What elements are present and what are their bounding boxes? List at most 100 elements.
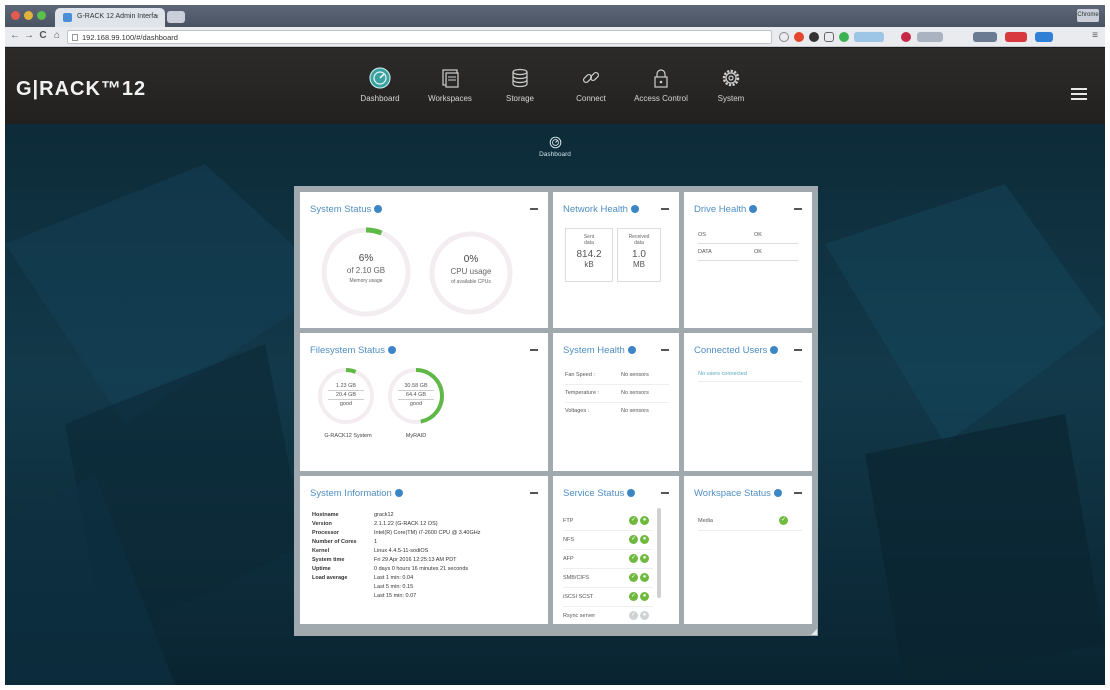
browser-tab-title: G-RACK 12 Admin Interfa [77,13,158,20]
tab-close-icon[interactable]: × [154,12,159,21]
new-tab-button[interactable] [167,11,185,23]
minimize-widget-button[interactable] [794,208,802,210]
opera-icon[interactable] [794,32,804,42]
breadcrumb[interactable]: Dashboard [525,136,585,158]
memory-usage-text: 6% of 2.10 GB Memory usage [318,253,414,284]
info-icon[interactable] [770,346,779,354]
info-icon[interactable] [387,346,396,354]
volume-total: 64.4 GB [398,391,434,400]
gauge-icon [549,136,561,149]
drive-list: OS OK DATA OK [698,230,798,261]
minimize-widget-button[interactable] [530,208,538,210]
address-bar[interactable]: 192.168.99.100/#/dashboard [67,30,772,44]
minimize-widget-button[interactable] [794,349,802,351]
volume-total: 20.4 GB [328,391,364,400]
power-icon[interactable]: ● [640,573,649,582]
nav-dashboard[interactable]: Dashboard [340,67,420,103]
minimize-widget-button[interactable] [661,492,669,494]
power-icon[interactable]: ● [640,535,649,544]
service-row: iSCSI SCST ✓ ● [563,588,653,607]
info-row: Uptime 0 days 0 hours 16 minutes 21 secon… [312,566,469,572]
minimize-widget-button[interactable] [530,492,538,494]
minimize-widget-button[interactable] [530,349,538,351]
app-logo[interactable]: G|RACK™12 [16,78,146,101]
nav-label: Access Control [634,94,688,103]
forward-button[interactable]: → [22,30,36,41]
minimize-widget-button[interactable] [661,208,669,210]
info-icon[interactable] [394,489,403,497]
system-info-table: Hostname grack12 Version 2.1.1.22 (G-RACK … [312,512,480,602]
power-icon[interactable]: ● [640,611,649,620]
resize-handle-icon[interactable] [811,629,817,635]
service-row: AFP ✓ ● [563,550,653,569]
power-icon[interactable]: ● [640,554,649,563]
database-icon [512,68,528,88]
gear-icon [722,69,740,87]
extension-red-icon[interactable] [901,32,911,42]
close-window-icon[interactable] [11,11,20,20]
service-list-scrollbar[interactable] [657,508,661,598]
browser-tab-bar: G-RACK 12 Admin Interfa × Chrome [5,5,1105,27]
info-icon[interactable] [749,205,758,213]
info-row: Number of Cores 1 [312,539,378,545]
memory-label: Memory usage [349,278,383,284]
window-icon[interactable] [824,32,834,42]
memory-percent: 6% [358,253,374,264]
browser-toolbar: ← → C ⌂ 192.168.99.100/#/dashboard ≡ [5,27,1105,47]
dashboard-background: Dashboard System Status 6% of 2.10 GB Me… [5,124,1105,685]
info-icon[interactable] [627,489,636,497]
extension-green-icon[interactable] [839,32,849,42]
extension-slate-icon[interactable] [973,32,997,42]
widget-service-status: Service Status FTP ✓ ● NFS ✓ ● AFP ✓ ● SMB/CIF… [553,476,679,624]
record-icon[interactable] [809,32,819,42]
minimize-window-icon[interactable] [24,11,33,20]
extension-gray-icon[interactable] [917,32,943,42]
folders-icon [442,69,459,88]
widget-title: System Information [310,488,403,499]
reload-button[interactable]: C [36,30,50,41]
info-row: Version 2.1.1.22 (G-RACK 12 OS) [312,521,438,527]
widget-title: System Status [310,204,383,215]
info-icon[interactable] [627,346,636,354]
back-button[interactable]: ← [8,30,22,41]
check-icon: ✓ [629,535,638,544]
info-icon[interactable] [773,489,782,497]
info-icon[interactable] [630,205,639,213]
check-icon: ✓ [629,516,638,525]
browser-tab[interactable]: G-RACK 12 Admin Interfa × [55,8,165,27]
info-icon[interactable] [374,205,383,213]
nav-system[interactable]: System [691,67,771,103]
minimize-widget-button[interactable] [661,349,669,351]
check-icon: ✓ [779,516,788,525]
widget-title: Drive Health [694,204,758,215]
dashboard-grid: System Status 6% of 2.10 GB Memory usage… [294,186,818,636]
power-icon[interactable]: ● [640,592,649,601]
nav-label: Connect [576,94,606,103]
nav-storage[interactable]: Storage [480,67,560,103]
power-icon[interactable]: ● [640,516,649,525]
hamburger-menu-icon[interactable] [1071,88,1087,100]
info-row: Hostname grack12 [312,512,394,518]
breadcrumb-label: Dashboard [539,151,571,158]
extension-blue-icon[interactable] [1035,32,1053,42]
home-button[interactable]: ⌂ [50,30,64,41]
browser-menu-icon[interactable]: ≡ [1088,30,1102,41]
minimize-widget-button[interactable] [794,492,802,494]
extension-mail-icon[interactable] [1005,32,1027,42]
page-icon [72,34,78,41]
nav-connect[interactable]: Connect [551,67,631,103]
widget-title: Network Health [563,204,639,215]
star-icon[interactable] [779,32,789,42]
window-profile-button[interactable]: Chrome [1077,9,1099,22]
memory-value: of 2.10 GB [346,266,386,275]
widget-system-information: System Information Hostname grack12 Versi… [300,476,548,624]
nav-access-control[interactable]: Access Control [621,67,701,103]
nav-workspaces[interactable]: Workspaces [410,67,490,103]
sent-unit: kB [584,260,594,269]
drive-row: OS OK [698,230,798,244]
widget-network-health: Network Health Sent data 814.2 kB Receiv… [553,192,679,328]
widget-title: Workspace Status [694,488,782,499]
info-row: Processor Intel(R) Core(TM) i7-2600 CPU @… [312,530,481,536]
extension-bar-icon[interactable] [854,32,884,42]
maximize-window-icon[interactable] [37,11,46,20]
